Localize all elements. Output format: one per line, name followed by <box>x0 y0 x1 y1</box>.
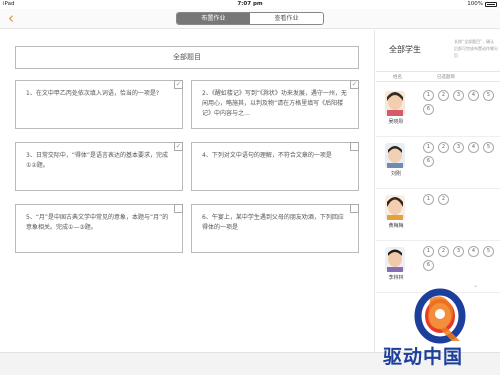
question-card[interactable]: 5、“月”是中国古典文学中常见的意象，本题与“月”的意象相关。完成①—③题。 <box>15 204 183 253</box>
question-card[interactable]: 4、下列对文中语句的理解，不符合文章的一项是 <box>191 142 359 191</box>
all-questions-button[interactable]: 全部题目 <box>15 46 359 69</box>
tab-view-homework[interactable]: 查看作业 <box>250 13 323 24</box>
selected-questions: 1 2 3 4 5 6 <box>423 246 495 271</box>
question-panel: 全部题目 1、在文中甲乙丙处依次填入词语，恰当的一项是? ✓ 2、《醒虹楼记》写… <box>0 30 375 352</box>
checkbox-unchecked-icon[interactable] <box>350 142 359 151</box>
question-badge: 4 <box>468 90 479 101</box>
question-badge: 2 <box>438 142 449 153</box>
question-text: 4、下列对文中语句的理解，不符合文章的一项是 <box>202 152 332 159</box>
student-name: 刘刚 <box>390 171 401 177</box>
battery-icon <box>485 1 497 7</box>
student-row[interactable]: 刘刚 1 2 3 4 5 6 <box>376 137 500 189</box>
status-bar: iPad 7:07 pm 100% <box>0 0 500 9</box>
question-card[interactable]: 2、《醒虹楼记》写到“《滁状》功来发展，遇守一州，无闲用心，略施其，以判及物”请… <box>191 80 359 129</box>
checkbox-unchecked-icon[interactable] <box>350 204 359 213</box>
avatar <box>385 91 405 116</box>
chevron-down-icon[interactable]: ⌄ <box>473 282 478 289</box>
question-badge: 3 <box>453 246 464 257</box>
nav-bar: ‹ 布置作业 查看作业 <box>0 9 500 29</box>
question-badge: 1 <box>423 142 434 153</box>
checkbox-checked-icon[interactable]: ✓ <box>174 80 183 89</box>
student-row[interactable]: 吴晓彤 1 2 3 4 5 6 <box>376 85 500 137</box>
student-name: 吴晓彤 <box>388 119 404 125</box>
segmented-control: 布置作业 查看作业 <box>176 12 324 25</box>
question-card[interactable]: 6、午宴上，某中学生遇到父母的朋友劝酒，下列回应得体的一项是 <box>191 204 359 253</box>
battery-percent: 100% <box>467 1 483 7</box>
question-badge: 4 <box>468 142 479 153</box>
question-badge: 6 <box>423 104 434 115</box>
student-panel-hint: 长按“全部题目”，确认后即可完成布置动作哪分页 <box>454 39 498 58</box>
question-badge: 3 <box>453 90 464 101</box>
question-text: 5、“月”是中国古典文学中常见的意象，本题与“月”的意象相关。完成①—③题。 <box>26 214 169 231</box>
question-badge: 1 <box>423 246 434 257</box>
question-badge: 4 <box>468 246 479 257</box>
battery-status: 100% <box>467 1 497 7</box>
tab-assign-homework[interactable]: 布置作业 <box>177 13 250 24</box>
question-badge: 5 <box>483 246 494 257</box>
question-text: 3、日常交际中，“得体”是语言表达的基本要求，完成①②题。 <box>26 152 169 169</box>
avatar <box>385 195 405 220</box>
question-badge: 3 <box>453 142 464 153</box>
student-name: 黄梅梅 <box>388 223 404 229</box>
question-badge: 5 <box>483 90 494 101</box>
selected-questions: 1 2 <box>423 194 495 205</box>
question-badge: 2 <box>438 194 449 205</box>
question-badge: 2 <box>438 246 449 257</box>
student-row[interactable]: 黄梅梅 1 2 <box>376 189 500 241</box>
watermark-text: 驱动中国 <box>383 346 464 368</box>
student-table-header: 姓名 已选题目 <box>376 71 500 82</box>
chevron-left-icon[interactable]: ‹ <box>8 10 14 26</box>
question-badge: 6 <box>423 260 434 271</box>
question-text: 2、《醒虹楼记》写到“《滁状》功来发展，遇守一州，无闲用心，略施其，以判及物”请… <box>202 90 347 117</box>
question-badge: 1 <box>423 90 434 101</box>
checkbox-checked-icon[interactable]: ✓ <box>350 80 359 89</box>
column-name: 姓名 <box>393 75 402 80</box>
clock: 7:07 pm <box>237 1 263 7</box>
question-text: 1、在文中甲乙丙处依次填入词语，恰当的一项是? <box>26 90 160 97</box>
question-card[interactable]: 3、日常交际中，“得体”是语言表达的基本要求，完成①②题。 ✓ <box>15 142 183 191</box>
question-text: 6、午宴上，某中学生遇到父母的朋友劝酒，下列回应得体的一项是 <box>202 214 344 231</box>
question-card[interactable]: 1、在文中甲乙丙处依次填入词语，恰当的一项是? ✓ <box>15 80 183 129</box>
app-window: iPad 7:07 pm 100% ‹ 布置作业 查看作业 全部题目 1、在文中… <box>0 0 500 375</box>
avatar <box>385 143 405 168</box>
question-badge: 5 <box>483 142 494 153</box>
checkbox-checked-icon[interactable]: ✓ <box>174 142 183 151</box>
question-badge: 1 <box>423 194 434 205</box>
column-selected: 已选题目 <box>437 75 455 80</box>
all-students-title: 全部学生 <box>389 45 421 54</box>
student-name: 李林林 <box>388 275 404 281</box>
selected-questions: 1 2 3 4 5 6 <box>423 142 495 167</box>
student-row[interactable]: 李林林 1 2 3 4 5 6 <box>376 241 500 293</box>
selected-questions: 1 2 3 4 5 6 <box>423 90 495 115</box>
avatar <box>385 247 405 272</box>
question-badge: 6 <box>423 156 434 167</box>
checkbox-unchecked-icon[interactable] <box>174 204 183 213</box>
question-badge: 2 <box>438 90 449 101</box>
watermark-logo-icon <box>410 287 470 349</box>
